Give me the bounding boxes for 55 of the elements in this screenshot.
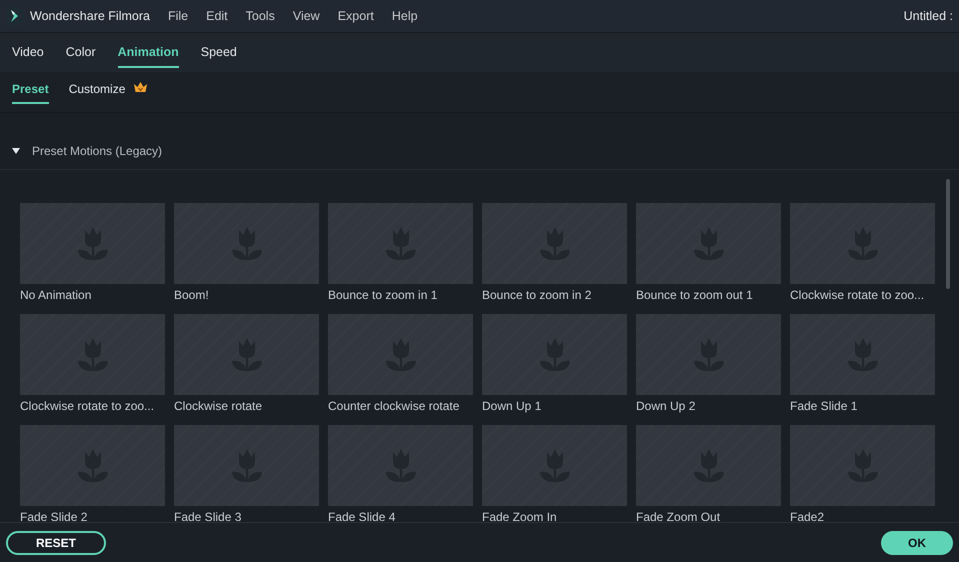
animation-preview[interactable] [174,425,319,506]
reset-button[interactable]: RESET [6,530,106,554]
menu-item[interactable]: View [292,6,320,26]
animation-preview[interactable] [174,203,319,284]
animation-preview[interactable] [482,425,627,506]
animation-preview[interactable] [328,425,473,506]
preset-label: Fade Slide 3 [174,509,242,521]
animation-preview[interactable] [790,425,935,506]
ok-button[interactable]: OK [881,530,953,554]
app-name: Wondershare Filmora [30,8,150,25]
caret-icon[interactable] [12,148,20,154]
preset-label: Clockwise rotate [174,398,262,415]
section-title: Preset Motions (Legacy) [32,142,162,160]
preset-label: Down Up 2 [636,398,696,415]
preset-label: Fade Slide 1 [790,398,858,415]
preset-label: Bounce to zoom in 2 [482,287,592,304]
animation-preview[interactable] [174,314,319,395]
tab[interactable]: Speed [200,37,237,68]
preset-label: No Animation [20,287,92,304]
animation-preview[interactable] [636,314,781,395]
animation-preview[interactable] [790,203,935,284]
preset-label: Clockwise rotate to zoo... [790,287,924,304]
preset-label: Boom! [174,287,209,304]
animation-preview[interactable] [20,314,165,395]
preset-label: Fade Zoom In [482,509,557,521]
preset-label: Fade Slide 2 [20,509,88,521]
preset-label: Fade Zoom Out [636,509,720,521]
preset-label: Counter clockwise rotate [328,398,460,415]
menu-item[interactable]: Export [338,6,374,26]
animation-preview[interactable] [328,314,473,395]
animation-preview[interactable] [20,425,165,506]
animation-preview[interactable] [790,314,935,395]
preset-label: Fade Slide 4 [328,509,396,521]
scrollbar-thumb[interactable] [946,179,950,289]
animation-preview[interactable] [636,203,781,284]
preset-label: Bounce to zoom in 1 [328,287,438,304]
tab[interactable]: Color [66,37,96,68]
preset-label: Down Up 1 [482,398,542,415]
tab[interactable]: Video [12,37,44,68]
animation-preview[interactable] [20,203,165,284]
tab[interactable]: Animation [118,37,179,68]
animation-preview[interactable] [482,203,627,284]
project-title: Untitled : [904,8,953,25]
preset-label: Fade2 [790,509,824,521]
animation-preview[interactable] [328,203,473,284]
menu-item[interactable]: Tools [246,6,275,26]
menu-item[interactable]: Edit [206,6,228,26]
preset-label: Bounce to zoom out 1 [636,287,753,304]
subtab[interactable]: Preset [12,74,49,104]
preset-label: Clockwise rotate to zoo... [20,398,154,415]
animation-preview[interactable] [482,314,627,395]
menu-item[interactable]: Help [392,6,418,26]
menu-item[interactable]: File [168,6,188,26]
animation-preview[interactable] [636,425,781,506]
subtab[interactable]: Customize [68,74,126,104]
